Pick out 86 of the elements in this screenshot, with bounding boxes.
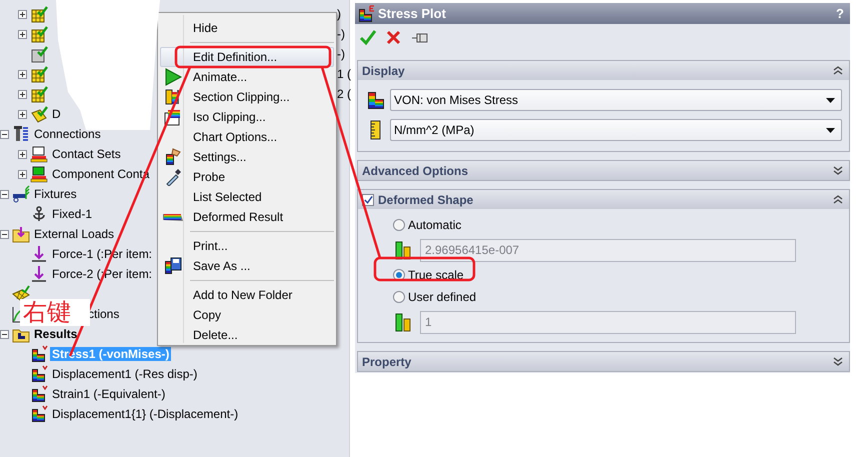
menu-item[interactable]: Settings... — [160, 147, 334, 167]
menu-item[interactable]: Save As ... — [160, 256, 334, 276]
tree-item[interactable]: D — [50, 107, 63, 121]
callout-label: 右键 — [20, 299, 90, 326]
connector-icon — [12, 125, 30, 143]
dropdown[interactable]: N/mm^2 (MPa) — [390, 119, 842, 141]
tree-item-text: 1 ( — [337, 66, 352, 83]
folder-icon — [12, 225, 30, 243]
menu-item[interactable]: Animate... — [160, 67, 334, 87]
contour-icon — [30, 385, 48, 403]
tree-item-text: ) — [337, 6, 341, 23]
dropdown[interactable]: VON: von Mises Stress — [390, 89, 842, 111]
panel-title: Stress Plot — [378, 4, 446, 23]
radio-button[interactable] — [393, 219, 405, 231]
option-label: Automatic — [408, 217, 462, 234]
expander-icon[interactable] — [0, 130, 9, 138]
anchor-icon — [30, 205, 48, 223]
expander-icon[interactable] — [0, 190, 9, 198]
group-title: Deformed Shape — [378, 192, 474, 208]
contour-icon — [30, 365, 48, 383]
menu-item[interactable]: Hide — [160, 18, 334, 38]
menu-item[interactable]: Print... — [160, 236, 334, 256]
caret-icon — [826, 128, 835, 132]
menu-item[interactable]: List Selected — [160, 187, 334, 207]
probe-icon — [164, 168, 182, 186]
menu-item[interactable]: Copy — [160, 305, 334, 325]
save-icon — [164, 257, 182, 275]
expander-icon[interactable] — [18, 170, 27, 178]
menu-item[interactable]: Section Clipping... — [160, 87, 334, 107]
caret-icon — [826, 98, 835, 102]
arrow-icon — [30, 265, 48, 283]
menu-item[interactable]: Iso Clipping... — [160, 107, 334, 127]
part-icon — [30, 85, 48, 103]
radio-button[interactable] — [393, 291, 405, 303]
part-icon — [30, 105, 48, 123]
menu-item[interactable]: Delete... — [160, 325, 334, 345]
settings-icon — [164, 148, 182, 166]
tree-item[interactable]: Fixtures — [32, 187, 79, 201]
expander-icon[interactable] — [18, 150, 27, 158]
group-title: Display — [362, 62, 405, 80]
tree-item[interactable]: Strain1 (-Equivalent-) — [50, 387, 168, 401]
group-header[interactable]: Advanced Options — [358, 161, 849, 180]
fixture-icon — [12, 185, 30, 203]
menu-item[interactable]: Deformed Result — [160, 207, 334, 227]
contour-icon — [30, 405, 48, 423]
tree-item[interactable]: Results — [32, 327, 80, 341]
expander-icon[interactable] — [18, 110, 27, 118]
menu-item[interactable]: Chart Options... — [160, 127, 334, 147]
menu-item[interactable]: Probe — [160, 167, 334, 187]
part-icon — [30, 65, 48, 83]
tree-item[interactable]: Displacement1 (-Res disp-) — [50, 367, 200, 381]
group-header[interactable]: Display — [358, 61, 849, 80]
option-label: User defined — [408, 289, 476, 306]
part-icon — [30, 45, 48, 63]
tree-item-text: -) — [337, 26, 345, 43]
option-label: True scale — [408, 267, 464, 284]
expander-icon[interactable] — [18, 30, 27, 38]
group-title: Advanced Options — [362, 162, 468, 180]
expander-icon[interactable] — [18, 90, 27, 98]
expander-icon[interactable] — [0, 330, 9, 338]
contact-icon — [30, 165, 48, 183]
tree-item-text: -) — [337, 46, 345, 63]
tree-item[interactable]: External Loads — [32, 227, 116, 241]
tree-item[interactable]: Connections — [32, 127, 103, 141]
expander-icon[interactable] — [18, 10, 27, 18]
part-icon — [30, 25, 48, 43]
expander-icon[interactable] — [18, 70, 27, 78]
cancel-button[interactable] — [385, 29, 403, 47]
expander-icon[interactable] — [0, 230, 9, 238]
tree-item[interactable]: Fixed-1 — [50, 207, 94, 221]
contact-icon — [30, 145, 48, 163]
tree-item[interactable]: Contact Sets — [50, 147, 123, 161]
part-icon — [30, 5, 48, 23]
group-title: Property — [362, 354, 412, 370]
contour-icon — [366, 90, 386, 110]
arrow-icon — [30, 245, 48, 263]
tree-item[interactable]: Displacement1{1} (-Displacement-) — [50, 407, 240, 421]
deformed-icon — [162, 211, 184, 223]
group-header[interactable]: Deformed Shape — [358, 190, 849, 209]
contour-icon — [30, 345, 48, 363]
graph-icon — [12, 305, 22, 323]
contour-icon — [357, 4, 375, 22]
menu-item[interactable]: Add to New Folder — [160, 285, 334, 305]
group-header[interactable]: Property — [358, 352, 849, 371]
section-icon — [164, 88, 182, 106]
tree-item-text: 2 ( — [337, 86, 352, 103]
